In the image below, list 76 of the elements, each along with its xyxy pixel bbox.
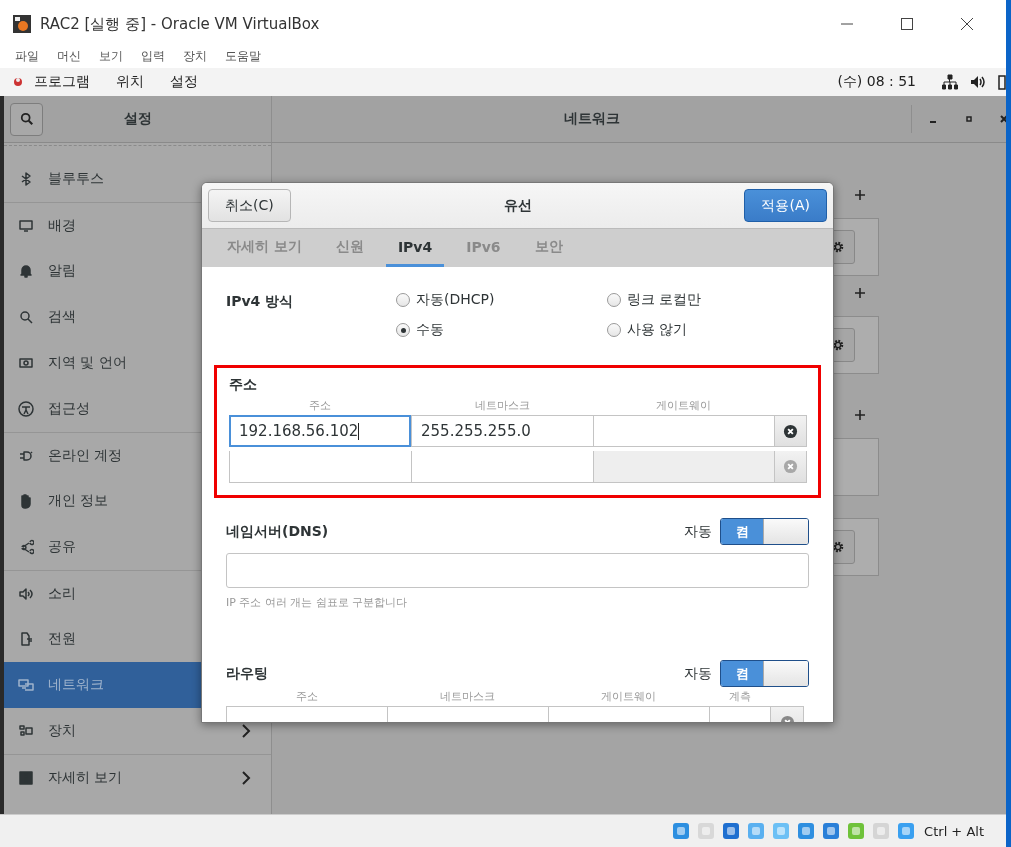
column-header: 게이트웨이 [655,398,712,414]
top-bar-menu[interactable]: 위치 [116,73,144,91]
close-icon [783,459,798,474]
plus-icon[interactable] [854,409,866,421]
virtualbox-logo-icon [12,14,32,34]
radio-option[interactable]: 수동 [396,319,607,341]
switch-label: 자동 [684,664,712,683]
plus-icon[interactable] [854,287,866,299]
column-header: 주소 [294,689,319,705]
search-icon [18,309,34,325]
search-icon [19,112,34,126]
cancel-button[interactable]: 취소(C) [208,189,291,222]
address-field[interactable] [411,451,593,483]
window-title: RAC2 [실행 중] - Oracle VM VirtualBox [40,14,320,34]
menu-item[interactable]: 파일 [6,48,48,68]
app-menu-icon [12,76,24,88]
radio-option[interactable]: 자동(DHCP) [396,289,607,311]
menu-item[interactable]: 도움말 [216,48,270,68]
section-label: 라우팅 [226,664,269,683]
search-button[interactable] [10,102,43,136]
bell-icon [18,263,34,279]
sidebar-item[interactable]: 장치 [4,708,271,754]
address-field[interactable] [229,451,411,483]
clock[interactable]: (수) 08 : 51 [837,73,916,91]
maximize-button[interactable] [900,17,914,31]
sidebar-item[interactable]: 전원 [4,616,271,662]
column-header: 게이트웨이 [600,689,657,705]
flag-icon [18,355,34,371]
column-header: 네트마스크 [473,398,531,414]
column-header: 계측 [727,689,752,705]
plus-icon[interactable] [854,189,866,201]
dialog-title: 유선 [503,196,532,215]
address-field[interactable]: 255.255.255.0 [411,415,593,447]
apply-button[interactable]: 적용(A) [744,189,827,222]
section-label: 네임서버(DNS) [226,522,330,541]
panel-title: 네트워크 [562,110,621,128]
share-icon [18,539,34,555]
switch-label: 자동 [684,522,712,541]
accessibility-icon [18,401,34,417]
tab[interactable]: IPv4 [385,229,445,267]
close-button[interactable] [960,17,974,31]
close-icon [783,423,798,439]
sidebar-item[interactable]: 자세히 보기 [4,754,271,800]
dns-field[interactable] [226,553,809,588]
toggle-switch[interactable]: 켬 [720,518,809,545]
monitor-icon [18,217,34,234]
delete-button[interactable] [774,415,807,447]
address-field[interactable] [593,415,774,447]
sidebar-title: 설정 [122,110,153,128]
host-key-label: Ctrl + Alt [924,823,984,839]
toggle-switch[interactable]: 켬 [720,660,809,687]
section-label: IPv4 방식 [226,292,295,311]
column-header: 네트마스크 [439,689,496,705]
section-label: 주소 [229,376,257,392]
sidebar-item[interactable]: 개인 정보 [4,478,271,524]
column-header: 주소 [308,398,332,414]
power-icon[interactable] [998,74,1006,90]
menu-item[interactable]: 장치 [174,48,216,68]
devices-icon [18,723,34,739]
top-bar-menu[interactable]: 프로그램 [34,73,90,91]
address-field[interactable] [593,451,774,483]
maximize-button[interactable] [964,114,974,124]
radio-option[interactable]: 링크 로컬만 [607,289,797,311]
radio-option[interactable]: 사용 않기 [607,319,797,341]
speaker-icon[interactable] [970,74,986,90]
menu-item[interactable]: 보기 [90,48,132,68]
top-bar-menu[interactable]: 설정 [170,73,198,91]
menu-item[interactable]: 입력 [132,48,174,68]
computer-icon [18,677,34,693]
menu-item[interactable]: 머신 [48,48,90,68]
speaker-icon [18,585,34,602]
power-plug-icon [18,631,34,647]
close-button[interactable] [1000,114,1006,124]
chevron-right-icon [241,724,251,738]
address-field[interactable]: 192.168.56.102 [229,415,411,447]
chevron-right-icon [241,770,251,785]
